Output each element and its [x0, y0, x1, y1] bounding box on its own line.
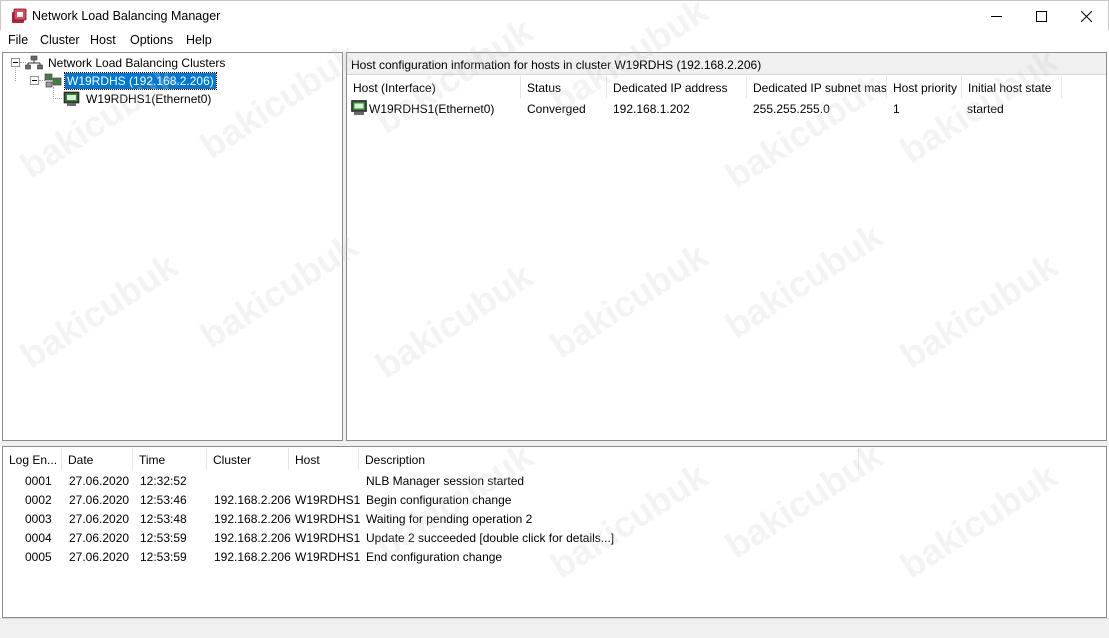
log-cell-entry: 0002: [25, 493, 52, 507]
tree-item-root[interactable]: Network Load Balancing Clusters: [25, 54, 227, 71]
menu-help[interactable]: Help: [186, 33, 212, 47]
close-button[interactable]: [1063, 1, 1109, 31]
log-cell-entry: 0005: [25, 550, 52, 564]
host-configuration-pane[interactable]: Host configuration information for hosts…: [346, 52, 1107, 441]
tree-item-host[interactable]: W19RDHS1(Ethernet0): [63, 90, 213, 107]
log-cell-description: NLB Manager session started: [366, 474, 525, 488]
column-header-initial-state[interactable]: Initial host state: [962, 76, 1062, 98]
column-header-description[interactable]: Description: [359, 448, 859, 470]
minimize-icon: [990, 15, 1002, 17]
log-cell-description: Update 2 succeeded [double click for det…: [366, 531, 615, 545]
title-bar[interactable]: Network Load Balancing Manager: [0, 0, 1109, 30]
log-cell-cluster: 192.168.2.206: [214, 493, 291, 507]
column-header-host[interactable]: Host (Interface): [347, 76, 521, 98]
host-cell-interface: W19RDHS1(Ethernet0): [369, 102, 495, 116]
maximize-button[interactable]: [1018, 1, 1064, 31]
log-cell-time: 12:53:59: [140, 531, 187, 545]
log-cell-description: Waiting for pending operation 2: [366, 512, 533, 526]
cluster-network-icon: [25, 55, 43, 69]
close-icon: [1080, 10, 1092, 22]
window-title: Network Load Balancing Manager: [32, 9, 221, 23]
tree-expander-root[interactable]: [11, 58, 20, 67]
log-cell-time: 12:53:48: [140, 512, 187, 526]
column-header-log-entry[interactable]: Log En...: [3, 448, 62, 470]
host-icon: [351, 100, 367, 115]
log-cell-date: 27.06.2020: [69, 474, 130, 488]
host-cell-status: Converged: [527, 102, 586, 116]
log-cell-description: End configuration change: [366, 550, 503, 564]
log-cell-cluster: 192.168.2.206: [214, 550, 291, 564]
log-cell-host: W19RDHS1: [295, 531, 361, 545]
log-cell-date: 27.06.2020: [69, 493, 130, 507]
log-pane[interactable]: Log En... Date Time Cluster Host Descrip…: [2, 446, 1107, 618]
host-list-header: Host (Interface) Status Dedicated IP add…: [347, 76, 1106, 98]
minimize-button[interactable]: [973, 1, 1019, 31]
menu-cluster[interactable]: Cluster: [40, 33, 80, 47]
column-header-cluster[interactable]: Cluster: [207, 448, 289, 470]
cluster-tree-pane[interactable]: Network Load Balancing Clusters W19RDHS …: [2, 52, 343, 441]
log-cell-time: 12:32:52: [140, 474, 187, 488]
host-cell-priority: 1: [893, 102, 900, 116]
tree-label-root: Network Load Balancing Clusters: [48, 55, 226, 70]
log-cell-entry: 0004: [25, 531, 52, 545]
column-header-status[interactable]: Status: [521, 76, 607, 98]
column-header-host[interactable]: Host: [289, 448, 359, 470]
host-pane-caption: Host configuration information for hosts…: [347, 53, 1106, 75]
log-cell-date: 27.06.2020: [69, 550, 130, 564]
menu-file[interactable]: File: [8, 33, 28, 47]
log-cell-date: 27.06.2020: [69, 531, 130, 545]
menu-bar: File Cluster Host Options Help: [0, 30, 1109, 51]
tree-expander-cluster[interactable]: [30, 76, 39, 85]
tree-connector: [53, 98, 62, 99]
tree-label-host: W19RDHS1(Ethernet0): [86, 91, 212, 106]
column-header-dedicated-ip[interactable]: Dedicated IP address: [607, 76, 747, 98]
menu-host[interactable]: Host: [90, 33, 116, 47]
status-bar: [0, 618, 1109, 638]
log-cell-entry: 0001: [25, 474, 52, 488]
log-cell-cluster: 192.168.2.206: [214, 531, 291, 545]
log-cell-time: 12:53:46: [140, 493, 187, 507]
log-cell-entry: 0003: [25, 512, 52, 526]
cluster-icon: [44, 73, 62, 87]
maximize-icon: [1035, 10, 1047, 22]
host-cell-initial-state: started: [967, 102, 1004, 116]
log-cell-host: W19RDHS1: [295, 493, 361, 507]
nlb-app-icon: [12, 8, 27, 23]
log-cell-date: 27.06.2020: [69, 512, 130, 526]
host-icon: [63, 91, 80, 106]
host-cell-subnet-mask: 255.255.255.0: [753, 102, 830, 116]
log-cell-time: 12:53:59: [140, 550, 187, 564]
log-cell-host: W19RDHS1: [295, 550, 361, 564]
column-header-subnet-mask[interactable]: Dedicated IP subnet mask: [747, 76, 887, 98]
tree-item-cluster[interactable]: W19RDHS (192.168.2.206): [44, 71, 217, 90]
tree-connector: [15, 68, 16, 81]
log-list-header: Log En... Date Time Cluster Host Descrip…: [3, 448, 1106, 470]
column-header-host-priority[interactable]: Host priority: [887, 76, 962, 98]
tree-label-cluster: W19RDHS (192.168.2.206): [64, 71, 217, 90]
host-cell-dedicated-ip: 192.168.1.202: [613, 102, 690, 116]
menu-options[interactable]: Options: [130, 33, 173, 47]
log-cell-host: W19RDHS1: [295, 512, 361, 526]
log-cell-description: Begin configuration change: [366, 493, 512, 507]
column-header-time[interactable]: Time: [133, 448, 207, 470]
column-header-date[interactable]: Date: [62, 448, 133, 470]
log-cell-cluster: 192.168.2.206: [214, 512, 291, 526]
